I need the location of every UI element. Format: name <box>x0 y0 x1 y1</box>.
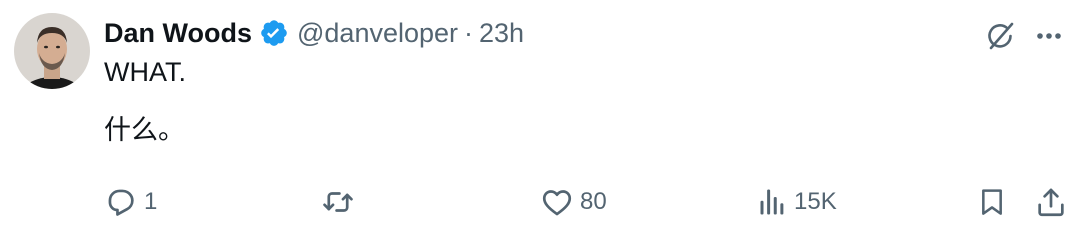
views-icon <box>760 189 784 215</box>
like-button[interactable]: 80 <box>540 180 607 224</box>
tweet-text-line: WHAT. <box>104 57 186 87</box>
reply-button[interactable]: 1 <box>104 180 157 224</box>
like-icon <box>542 190 572 216</box>
tweet-header: Dan Woods @danveloper · 23h <box>104 14 524 52</box>
author-handle[interactable]: @danveloper <box>297 18 458 49</box>
tweet-text-line: 什么。 <box>104 115 185 146</box>
author-name[interactable]: Dan Woods <box>104 18 252 49</box>
retweet-button[interactable] <box>320 180 356 224</box>
retweet-icon <box>323 192 353 212</box>
like-count: 80 <box>580 188 607 215</box>
share-icon <box>1038 188 1064 217</box>
reply-count: 1 <box>144 188 158 215</box>
more-icon[interactable] <box>1032 22 1066 50</box>
bookmark-button[interactable] <box>976 180 1008 224</box>
views-count: 15K <box>794 188 837 215</box>
views-button[interactable]: 15K <box>758 180 837 224</box>
action-bar: 1 80 15K <box>0 180 1080 224</box>
grok-icon[interactable] <box>982 18 1018 54</box>
author-avatar[interactable] <box>14 13 90 89</box>
header-separator: · <box>464 17 474 48</box>
verified-badge-icon[interactable] <box>259 18 289 48</box>
share-button[interactable] <box>1034 180 1068 224</box>
bookmark-icon <box>982 189 1002 215</box>
reply-icon <box>108 189 134 216</box>
tweet[interactable]: Dan Woods @danveloper · 23h WHAT. 什么。 1 … <box>0 0 1080 240</box>
tweet-timestamp[interactable]: 23h <box>479 18 524 49</box>
